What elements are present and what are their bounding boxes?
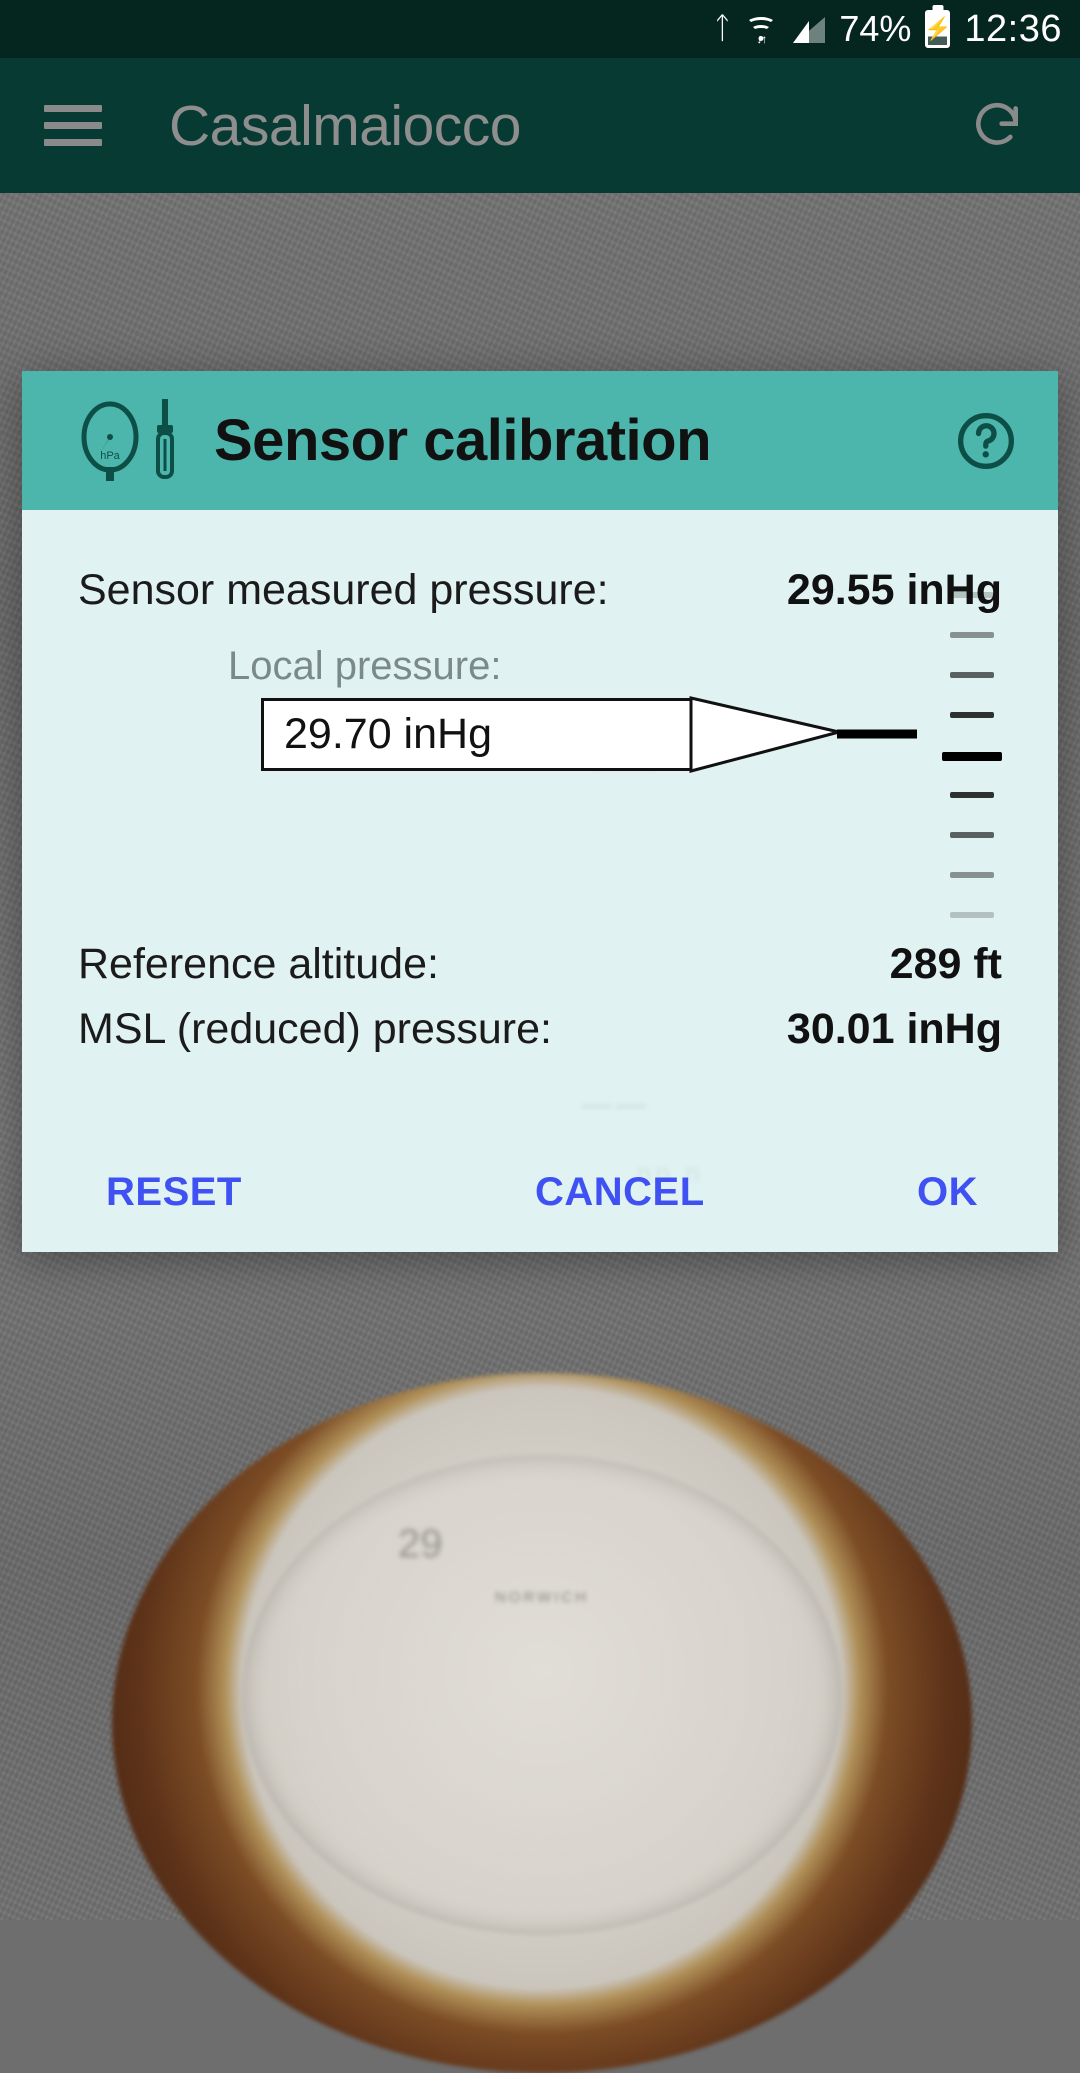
pressure-scale-tick[interactable]	[950, 872, 994, 878]
page-title: Casalmaiocco	[169, 93, 521, 158]
pressure-scale-tick[interactable]	[950, 792, 994, 798]
local-pressure-input[interactable]	[264, 710, 691, 759]
reference-altitude-value: 289 ft	[889, 940, 1002, 988]
help-circle-icon[interactable]	[954, 409, 1018, 473]
pointer-arrow-icon	[689, 696, 917, 773]
barometer-face: 29 NORWICH	[242, 1455, 842, 1935]
dialog-title: Sensor calibration	[214, 408, 712, 473]
pressure-scale-tick[interactable]	[950, 592, 994, 598]
pressure-scale-tick[interactable]	[950, 672, 994, 678]
sensor-measured-pressure-label: Sensor measured pressure:	[78, 566, 609, 614]
dialog-body: —— —— nn n Sensor measured pressure: 29.…	[22, 510, 1058, 1188]
status-bar-clock: 12:36	[964, 7, 1062, 50]
bluetooth-icon: ᛏ	[713, 12, 732, 45]
barometer-photo: 29 NORWICH	[112, 1373, 972, 2073]
reset-button[interactable]: RESET	[106, 1170, 242, 1215]
cancel-button[interactable]: CANCEL	[535, 1170, 705, 1215]
cellular-signal-icon	[791, 15, 826, 43]
local-pressure-input-box[interactable]	[261, 698, 691, 771]
screwdriver-icon	[148, 397, 182, 485]
status-bar: ᛏ ↓↑ 74% ⚡ 12:36	[0, 0, 1080, 58]
dialog-action-bar: RESET CANCEL OK	[22, 1132, 1058, 1252]
local-pressure-label: Local pressure:	[228, 644, 502, 688]
local-pressure-picker: Local pressure:	[78, 592, 1002, 930]
battery-charging-icon: ⚡	[924, 10, 952, 48]
msl-reduced-pressure-value: 30.01 inHg	[786, 1005, 1002, 1053]
app-bar: Casalmaiocco	[0, 58, 1080, 193]
reference-altitude-row: Reference altitude: 289 ft	[78, 940, 1002, 989]
reference-altitude-label: Reference altitude:	[78, 940, 439, 988]
pressure-scale-tick[interactable]	[950, 712, 994, 718]
pressure-scale-tick[interactable]	[942, 752, 1002, 761]
sensor-measured-pressure-row: Sensor measured pressure: 29.55 inHg	[78, 566, 1002, 615]
ok-button[interactable]: OK	[917, 1170, 978, 1215]
pressure-gauge-icon: hPa	[78, 397, 142, 485]
barometer-brand-text: NORWICH	[494, 1589, 590, 1607]
battery-percent-label: 74%	[839, 8, 912, 49]
local-pressure-input-wrap[interactable]	[261, 696, 917, 773]
hamburger-menu-icon[interactable]	[44, 104, 102, 147]
dialog-header: hPa Sensor calibration	[22, 371, 1058, 510]
pressure-scale-tick[interactable]	[950, 832, 994, 838]
pressure-scale-tick[interactable]	[950, 632, 994, 638]
svg-text:hPa: hPa	[100, 450, 120, 462]
msl-reduced-pressure-label: MSL (reduced) pressure:	[78, 1005, 552, 1053]
wifi-icon: ↓↑	[745, 14, 777, 46]
sensor-calibration-dialog: hPa Sensor calibration —— —— nn n	[22, 371, 1058, 1252]
refresh-icon[interactable]	[969, 98, 1025, 154]
msl-reduced-pressure-row: MSL (reduced) pressure: 30.01 inHg	[78, 1005, 1002, 1054]
ghost-bleed-text-2: ——	[582, 1088, 650, 1121]
pressure-scale-tick[interactable]	[950, 912, 994, 918]
barometer-dial-number: 29	[398, 1522, 443, 1567]
pressure-scale-ticks[interactable]	[942, 575, 1002, 935]
